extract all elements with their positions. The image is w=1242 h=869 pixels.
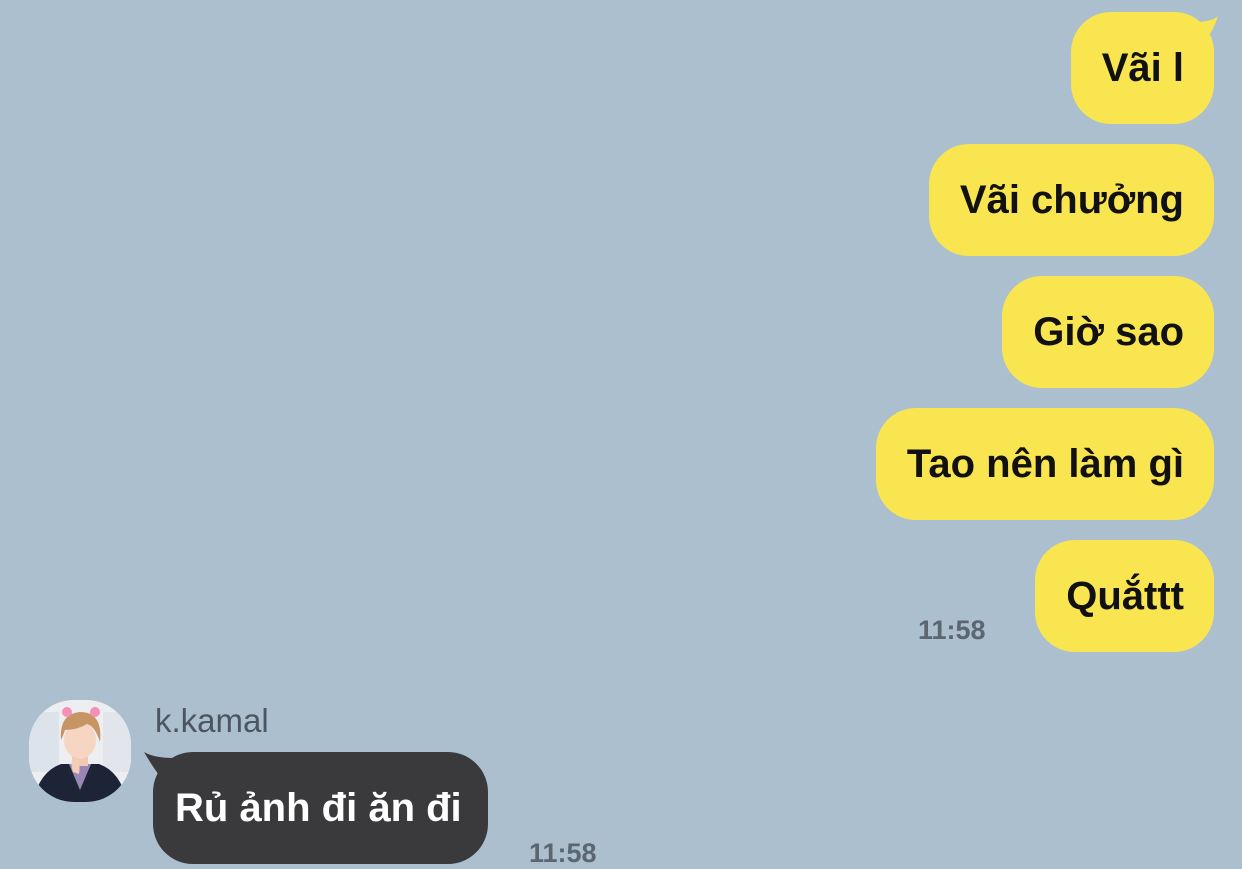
sender-avatar[interactable]: [29, 700, 131, 802]
outgoing-message-bubble[interactable]: Vãi l: [1070, 12, 1214, 124]
message-text: Vãi l: [1101, 46, 1184, 90]
message-text: Rủ ảnh đi ăn đi: [175, 786, 462, 830]
outgoing-message-bubble[interactable]: Vãi chưởng: [928, 144, 1214, 256]
profile-photo-avatar-icon: [29, 700, 131, 802]
incoming-message-bubble[interactable]: Rủ ảnh đi ăn đi: [153, 752, 488, 864]
message-text: Vãi chưởng: [959, 178, 1184, 222]
outgoing-message-bubble[interactable]: Tao nên làm gì: [875, 408, 1214, 520]
message-text: Giờ sao: [1033, 310, 1184, 354]
message-timestamp: 11:58: [918, 615, 986, 645]
outgoing-message-bubble[interactable]: Giờ sao: [1002, 276, 1214, 388]
message-text: Tao nên làm gì: [906, 442, 1184, 486]
outgoing-message-bubble[interactable]: Quắttt: [1035, 540, 1214, 652]
message-timestamp: 11:58: [529, 838, 597, 868]
sender-name: k.kamal: [155, 702, 269, 739]
message-text: Quắttt: [1066, 574, 1184, 618]
